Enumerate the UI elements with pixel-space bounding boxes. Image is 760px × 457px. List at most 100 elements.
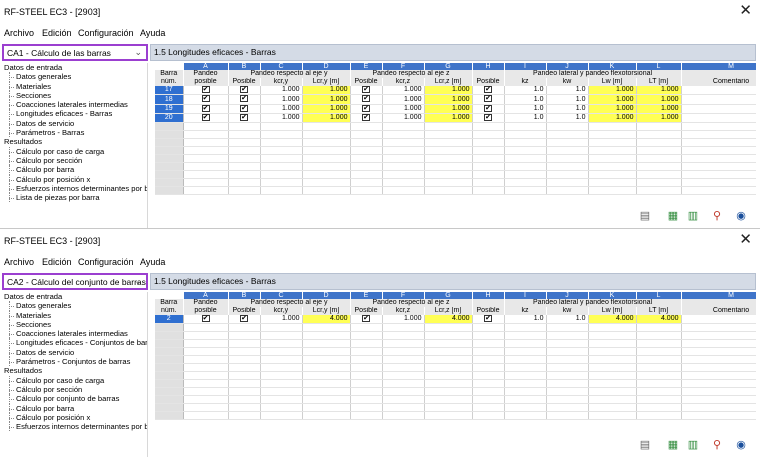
value-cell[interactable]: 1.000: [382, 94, 425, 105]
checkbox-cell[interactable]: ✔: [228, 86, 261, 96]
tree-item[interactable]: Cálculo por posición x: [2, 174, 147, 184]
tree-item[interactable]: Materiales: [2, 310, 147, 320]
checkbox-checked-icon[interactable]: ✔: [484, 95, 492, 103]
tree-item[interactable]: Parámetros - Barras: [2, 128, 147, 138]
checkbox-checked-icon[interactable]: ✔: [484, 315, 492, 322]
table-row[interactable]: 17 ✔ ✔ 1.000 1.000 ✔ 1.000 1.000 ✔ 1.0 1.0 1.000 1.0…: [155, 86, 756, 96]
tree-item[interactable]: Lista de piezas por barra: [2, 193, 147, 203]
tree-group[interactable]: Resultados: [2, 366, 147, 375]
tree-group[interactable]: Resultados: [2, 137, 147, 146]
value-cell[interactable]: 1.000: [382, 104, 425, 115]
menu-ayuda[interactable]: Ayuda: [140, 257, 165, 267]
design-case-select[interactable]: CA2 - Cálculo del conjunto de barras ⌄: [2, 273, 148, 290]
checkbox-cell[interactable]: ✔: [472, 94, 505, 105]
value-cell[interactable]: 1.000: [260, 113, 303, 124]
value-cell[interactable]: 1.0: [546, 315, 589, 325]
checkbox-checked-icon[interactable]: ✔: [362, 104, 370, 112]
value-cell[interactable]: 1.000: [260, 315, 303, 325]
row-number[interactable]: 19: [155, 104, 184, 115]
table-row[interactable]: 2 ✔ ✔ 1.000 4.000 ✔ 1.000 4.000 ✔ 1.0 1.0 4.000 4.00…: [155, 315, 756, 325]
checkbox-cell[interactable]: ✔: [472, 86, 505, 96]
value-cell[interactable]: 1.000: [424, 104, 473, 115]
value-cell[interactable]: 1.000: [588, 86, 637, 96]
value-cell[interactable]: 1.000: [382, 113, 425, 124]
tree-item[interactable]: Cálculo por posición x: [2, 412, 147, 423]
value-cell[interactable]: 1.000: [260, 94, 303, 105]
tree-item[interactable]: Datos generales: [2, 72, 147, 82]
value-cell[interactable]: 1.000: [636, 94, 682, 105]
checkbox-cell[interactable]: ✔: [350, 104, 383, 115]
value-cell[interactable]: 1.0: [546, 94, 589, 105]
filter-icon[interactable]: ⚲: [710, 209, 724, 223]
value-cell[interactable]: 1.0: [546, 104, 589, 115]
menu-configuracion[interactable]: Configuración: [78, 257, 134, 267]
value-cell[interactable]: 1.000: [424, 86, 473, 96]
row-number[interactable]: 2: [155, 315, 184, 325]
tree-item[interactable]: Esfuerzos internos determinantes por b: [2, 422, 147, 432]
value-cell[interactable]: 1.0: [504, 113, 547, 124]
view-icon[interactable]: ◉: [734, 209, 748, 223]
menu-archivo[interactable]: Archivo: [4, 257, 34, 267]
value-cell[interactable]: 1.000: [424, 94, 473, 105]
checkbox-cell[interactable]: ✔: [350, 113, 383, 124]
checkbox-checked-icon[interactable]: ✔: [484, 104, 492, 112]
checkbox-cell[interactable]: ✔: [472, 113, 505, 124]
tree-item[interactable]: Longitudes eficaces - Barras: [2, 109, 147, 119]
menu-ayuda[interactable]: Ayuda: [140, 28, 165, 38]
table-row[interactable]: 18 ✔ ✔ 1.000 1.000 ✔ 1.000 1.000 ✔ 1.0 1.0 1.000 1.0…: [155, 94, 756, 105]
row-number[interactable]: 17: [155, 86, 184, 96]
close-icon[interactable]: ✕: [739, 3, 752, 19]
checkbox-checked-icon[interactable]: ✔: [201, 114, 210, 122]
checkbox-checked-icon[interactable]: ✔: [240, 104, 248, 112]
value-cell[interactable]: 4.000: [424, 315, 473, 325]
tree-item[interactable]: Parámetros - Conjuntos de barras: [2, 357, 147, 367]
value-cell[interactable]: 1.000: [636, 104, 682, 115]
checkbox-cell[interactable]: ✔: [183, 315, 229, 325]
tree-item[interactable]: Cálculo por sección: [2, 155, 147, 166]
value-cell[interactable]: 1.0: [546, 113, 589, 124]
tree-item[interactable]: Secciones: [2, 90, 147, 101]
checkbox-checked-icon[interactable]: ✔: [484, 86, 492, 93]
checkbox-checked-icon[interactable]: ✔: [240, 95, 248, 103]
print-icon[interactable]: ▤: [638, 438, 652, 452]
comment-cell[interactable]: [681, 315, 756, 325]
value-cell[interactable]: 1.000: [260, 86, 303, 96]
checkbox-checked-icon[interactable]: ✔: [362, 114, 370, 122]
value-cell[interactable]: 1.000: [588, 113, 637, 124]
menu-edicion[interactable]: Edición: [42, 28, 72, 38]
value-cell[interactable]: 1.000: [382, 315, 425, 325]
value-cell[interactable]: 1.000: [302, 86, 351, 96]
tree-item[interactable]: Datos de servicio: [2, 347, 147, 358]
checkbox-cell[interactable]: ✔: [228, 315, 261, 325]
menu-configuracion[interactable]: Configuración: [78, 28, 134, 38]
value-cell[interactable]: 1.000: [588, 104, 637, 115]
tree-item[interactable]: Esfuerzos internos determinantes por ba: [2, 183, 147, 194]
checkbox-checked-icon[interactable]: ✔: [362, 86, 370, 93]
value-cell[interactable]: 1.000: [302, 113, 351, 124]
value-cell[interactable]: 1.000: [424, 113, 473, 124]
checkbox-checked-icon[interactable]: ✔: [362, 315, 370, 322]
comment-cell[interactable]: [681, 113, 756, 124]
value-cell[interactable]: 1.0: [504, 315, 547, 325]
tree-item[interactable]: Coacciones laterales intermedias: [2, 329, 147, 339]
tree-item[interactable]: Secciones: [2, 319, 147, 330]
checkbox-checked-icon[interactable]: ✔: [201, 315, 210, 322]
tree-item[interactable]: Cálculo por conjunto de barras: [2, 394, 147, 404]
value-cell[interactable]: 1.000: [302, 104, 351, 115]
tree-item[interactable]: Cálculo por caso de carga: [2, 146, 147, 156]
checkbox-cell[interactable]: ✔: [472, 104, 505, 115]
tree-item[interactable]: Cálculo por caso de carga: [2, 375, 147, 385]
tree-item[interactable]: Cálculo por sección: [2, 384, 147, 395]
import-excel-icon[interactable]: ▥: [686, 209, 700, 223]
checkbox-cell[interactable]: ✔: [183, 104, 229, 115]
checkbox-cell[interactable]: ✔: [183, 113, 229, 124]
value-cell[interactable]: 4.000: [588, 315, 637, 325]
filter-icon[interactable]: ⚲: [710, 438, 724, 452]
checkbox-checked-icon[interactable]: ✔: [201, 95, 210, 103]
tree-item[interactable]: Materiales: [2, 81, 147, 91]
menu-archivo[interactable]: Archivo: [4, 28, 34, 38]
value-cell[interactable]: 1.000: [636, 86, 682, 96]
view-icon[interactable]: ◉: [734, 438, 748, 452]
value-cell[interactable]: 1.0: [504, 94, 547, 105]
table-row[interactable]: 20 ✔ ✔ 1.000 1.000 ✔ 1.000 1.000 ✔ 1.0 1.0 1.000 1.0…: [155, 113, 756, 124]
